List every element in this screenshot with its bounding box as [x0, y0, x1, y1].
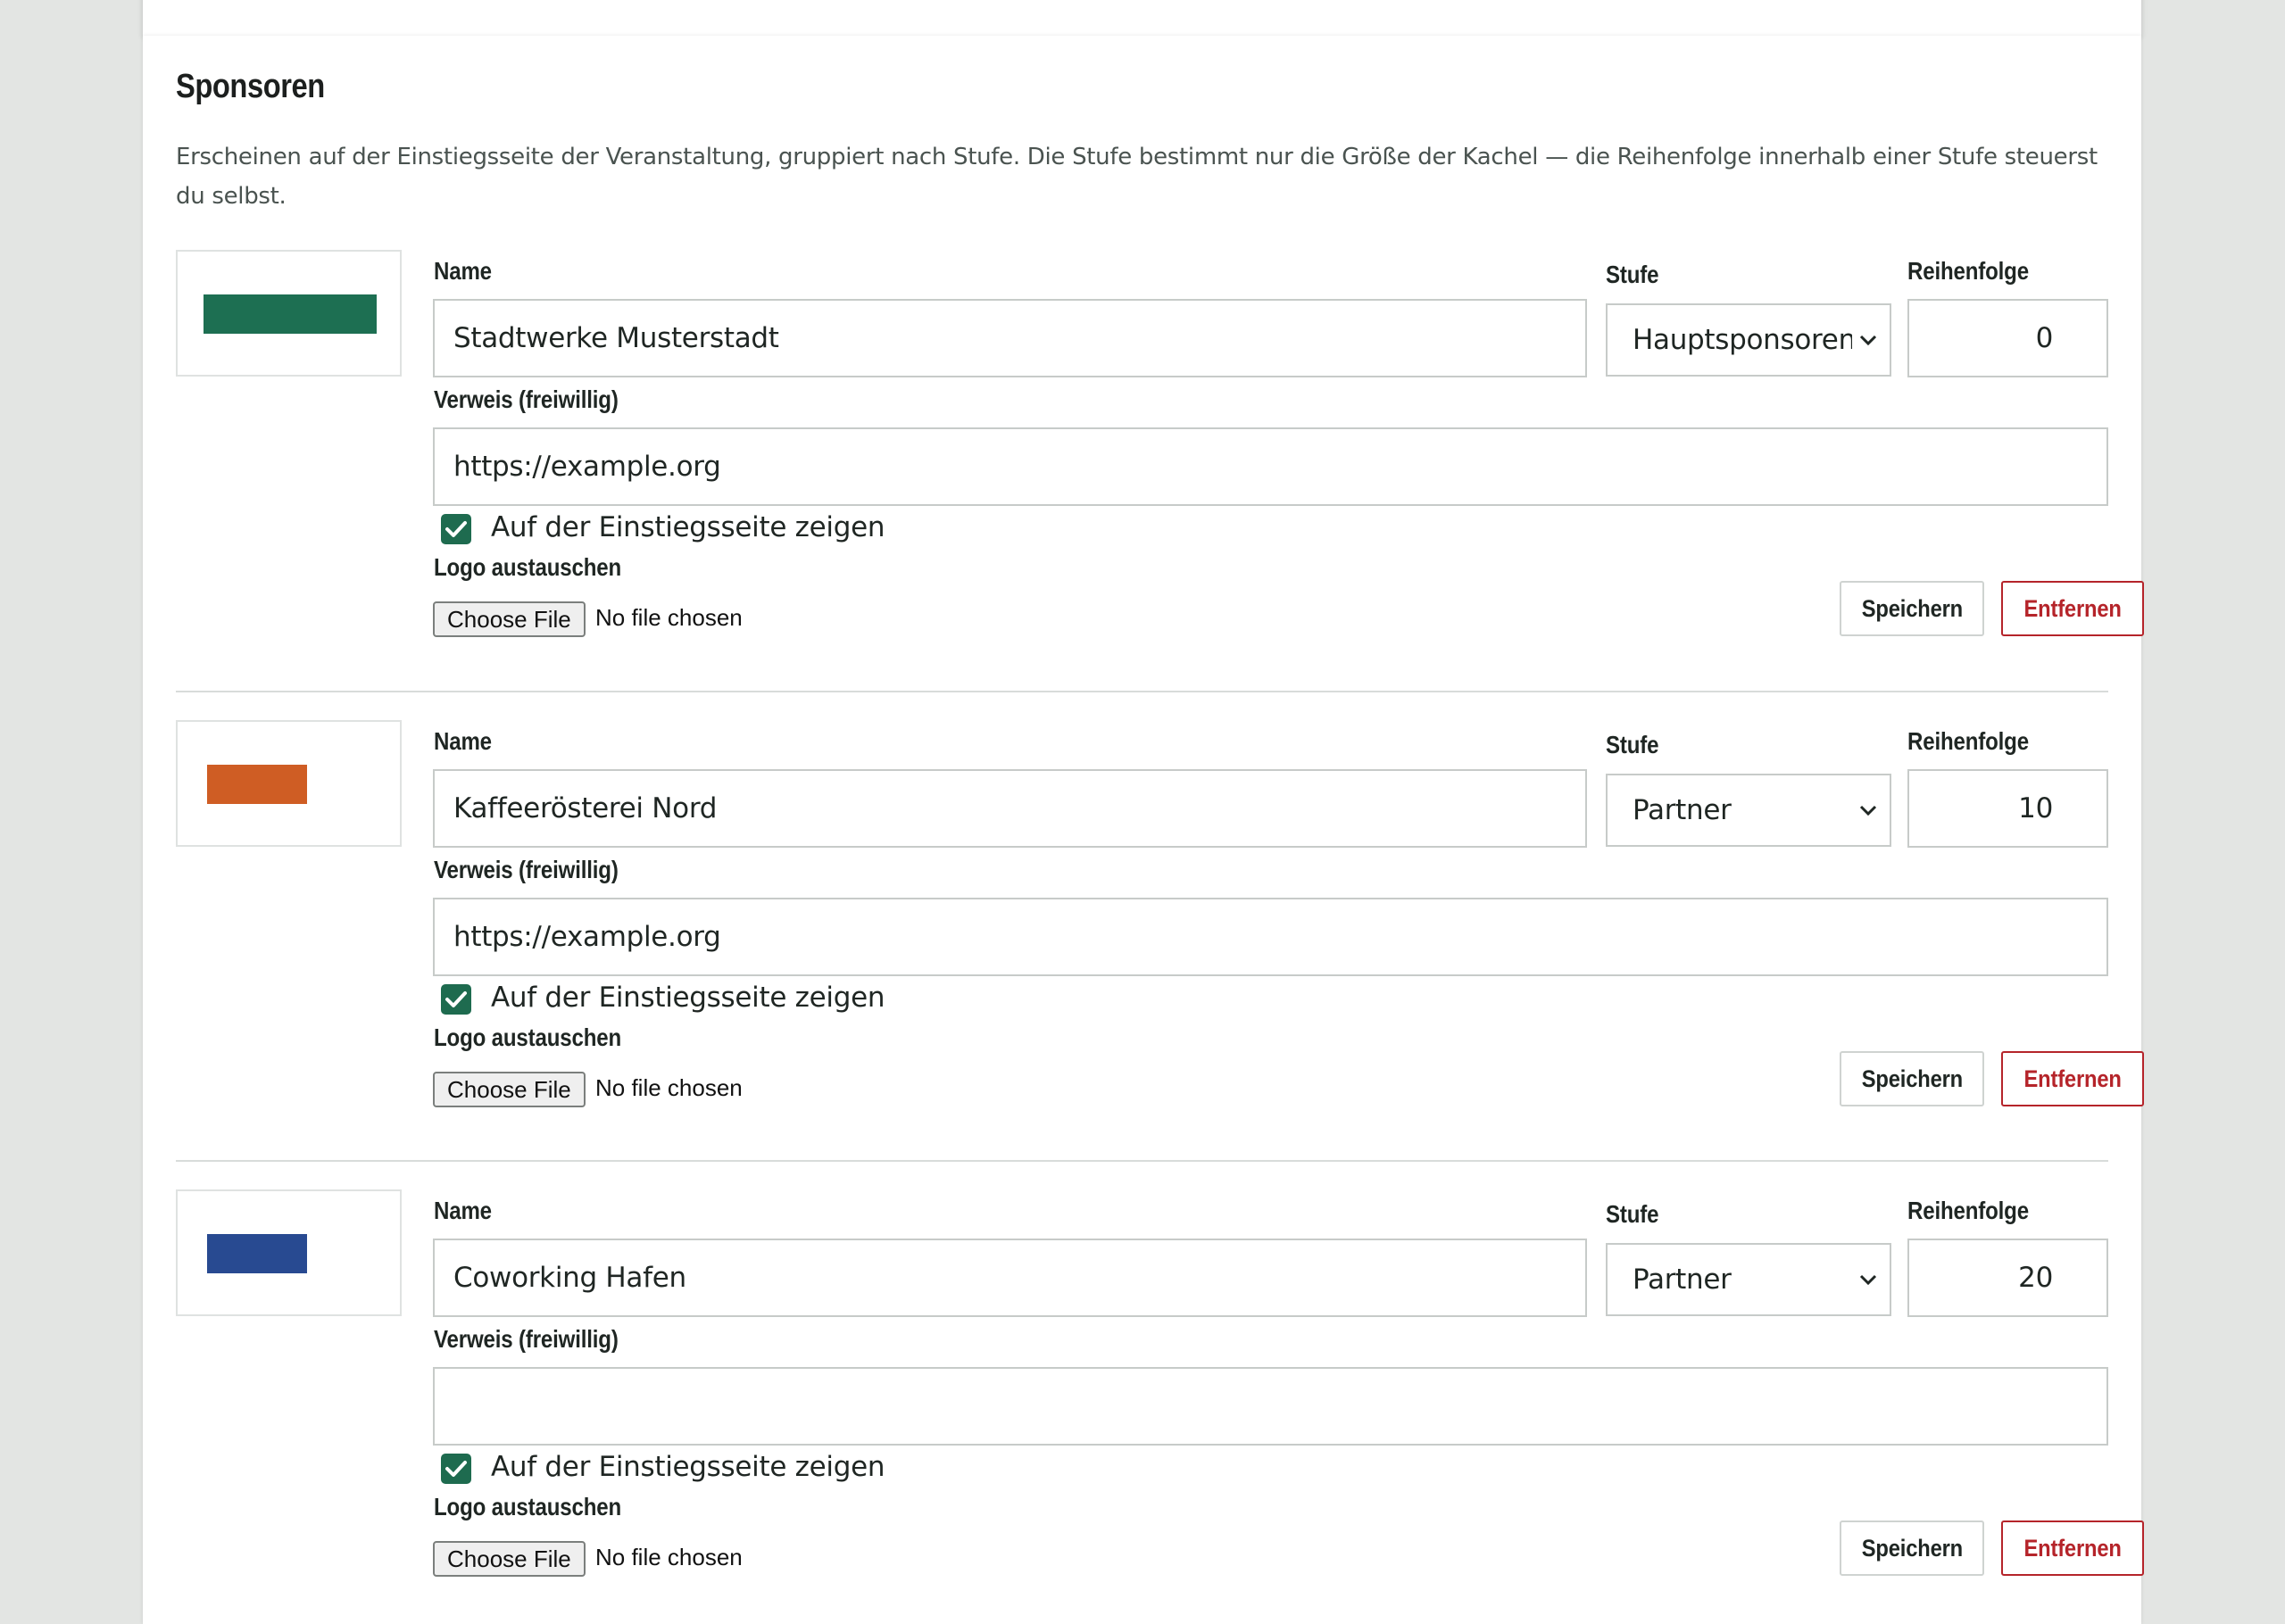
order-label: Reihenfolge [1907, 1197, 2029, 1224]
replace-logo-label: Logo austauschen [434, 1023, 621, 1051]
link-label: Verweis (freiwillig) [434, 1325, 619, 1353]
order-input[interactable]: 20 [1907, 1239, 2108, 1317]
link-label: Verweis (freiwillig) [434, 856, 619, 883]
remove-button[interactable]: Entfernen [2001, 1520, 2144, 1576]
link-input[interactable]: https://example.org [433, 898, 2108, 976]
tier-select[interactable]: Hauptsponsoren [1606, 303, 1891, 377]
name-label: Name [434, 1197, 492, 1224]
link-input[interactable]: https://example.org [433, 427, 2108, 506]
save-button[interactable]: Speichern [1840, 1520, 1984, 1576]
sponsor-entry-2: Name Kaffeerösterei Nord Stufe Partner R… [176, 720, 2144, 1139]
choose-file-button[interactable]: Choose File [433, 1541, 586, 1577]
choose-file-button[interactable]: Choose File [433, 601, 586, 637]
order-label: Reihenfolge [1907, 257, 2029, 285]
check-icon [445, 991, 467, 1007]
tier-label: Stufe [1606, 731, 1659, 758]
tier-select[interactable]: Partner [1606, 1243, 1891, 1316]
chevron-down-icon [1852, 775, 1884, 845]
sponsor-entry-1: Name Stadtwerke Musterstadt Stufe Haupts… [176, 250, 2144, 669]
file-status: No file chosen [595, 1544, 743, 1570]
name-label: Name [434, 257, 492, 285]
choose-file-button[interactable]: Choose File [433, 1072, 586, 1107]
show-on-landing-label: Auf der Einstiegsseite zeigen [491, 982, 885, 1014]
tier-select-value: Hauptsponsoren [1633, 324, 1856, 356]
sponsor-logo [176, 250, 402, 377]
tier-select-value: Partner [1633, 794, 1732, 826]
order-input[interactable]: 10 [1907, 769, 2108, 848]
link-input[interactable] [433, 1367, 2108, 1446]
tier-select-value: Partner [1633, 1264, 1732, 1296]
remove-button[interactable]: Entfernen [2001, 1051, 2144, 1106]
save-button[interactable]: Speichern [1840, 1051, 1984, 1106]
link-label: Verweis (freiwillig) [434, 385, 619, 413]
sponsor-logo [176, 720, 402, 847]
tier-label: Stufe [1606, 261, 1659, 288]
save-button[interactable]: Speichern [1840, 581, 1984, 636]
tier-label: Stufe [1606, 1200, 1659, 1228]
file-status: No file chosen [595, 1074, 743, 1101]
previous-card [143, 0, 2141, 36]
check-icon [445, 1461, 467, 1477]
logo-image [207, 1234, 307, 1273]
show-on-landing-label: Auf der Einstiegsseite zeigen [491, 511, 885, 543]
file-status: No file chosen [595, 604, 743, 631]
replace-logo-label: Logo austauschen [434, 553, 621, 581]
chevron-down-icon [1852, 305, 1884, 375]
tier-select[interactable]: Partner [1606, 774, 1891, 847]
check-icon [445, 521, 467, 537]
sponsor-entry-3: Name Coworking Hafen Stufe Partner Reihe… [176, 1189, 2144, 1609]
logo-image [204, 294, 377, 334]
order-label: Reihenfolge [1907, 727, 2029, 755]
sponsors-card: Sponsoren Erscheinen auf der Einstiegsse… [143, 36, 2144, 1624]
section-description: Erscheinen auf der Einstiegsseite der Ve… [176, 144, 2098, 210]
name-input[interactable]: Stadtwerke Musterstadt [433, 299, 1587, 377]
logo-image [207, 765, 307, 804]
entry-divider [176, 691, 2108, 692]
sponsor-logo [176, 1189, 402, 1316]
section-title: Sponsoren [176, 68, 325, 105]
show-on-landing-checkbox[interactable] [441, 984, 471, 1015]
name-input[interactable]: Coworking Hafen [433, 1239, 1587, 1317]
name-label: Name [434, 727, 492, 755]
name-input[interactable]: Kaffeerösterei Nord [433, 769, 1587, 848]
show-on-landing-checkbox[interactable] [441, 514, 471, 544]
replace-logo-label: Logo austauschen [434, 1493, 621, 1520]
chevron-down-icon [1852, 1245, 1884, 1314]
show-on-landing-label: Auf der Einstiegsseite zeigen [491, 1451, 885, 1483]
remove-button[interactable]: Entfernen [2001, 581, 2144, 636]
order-input[interactable]: 0 [1907, 299, 2108, 377]
show-on-landing-checkbox[interactable] [441, 1454, 471, 1484]
entry-divider [176, 1160, 2108, 1162]
